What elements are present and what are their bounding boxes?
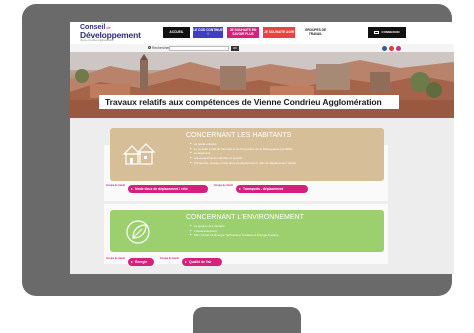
search-ok-button[interactable]: OK [231,45,239,51]
tag-label: Mode doux de déplacement / vélo [135,187,188,191]
monitor-screen: Conseilde Développement Vienne Condrieu … [70,22,454,274]
leaf-icon [126,220,150,244]
youtube-icon[interactable] [389,45,394,51]
nav-groupes-de-travail[interactable]: GROUPES DE TRAVAIL [299,27,332,38]
card-environnement[interactable]: CONCERNANT L'ENVIRONNEMENT La gestion de… [110,210,384,252]
card-environnement-title: CONCERNANT L'ENVIRONNEMENT [186,214,304,221]
connexion-label: CONNEXION [381,29,400,34]
tag-prefix: Groupe de travail [106,258,125,260]
arrow-icon [131,261,133,263]
card-environnement-list: La gestion des déchets L'assainissement … [190,224,279,238]
nav-cod-continue[interactable]: LE COD CONTINUE ! [193,27,223,38]
search-label: Rechercher [152,45,170,50]
list-item[interactable]: Transports, réseau, mode doux de déplace… [190,161,296,166]
tag-mode-doux[interactable]: Mode doux de déplacement / vélo [128,185,208,193]
connexion-button[interactable]: CONNEXION [368,27,406,38]
tag-prefix: Groupe de travail [214,185,233,187]
tag-energie[interactable]: Énergie [128,258,154,266]
site-header: Conseilde Développement Vienne Condrieu … [70,22,454,44]
tag-prefix: Groupe de travail [106,185,125,187]
facebook-icon[interactable] [382,45,387,51]
search-input[interactable] [169,45,229,51]
search-bar: Rechercher OK [70,44,454,52]
instagram-icon[interactable] [396,45,401,51]
nav-accueil[interactable]: ACCUEIL [163,27,190,38]
search-icon [148,46,151,49]
houses-icon [122,143,156,165]
tags-environnement: Groupe de travail Énergie Groupe de trav… [106,258,306,266]
tag-qualite-air[interactable]: Qualité de l'air [182,258,222,266]
arrow-icon [185,261,187,263]
site-logo[interactable]: Conseilde Développement Vienne Condrieu … [80,24,150,44]
tag-transports[interactable]: Transports - déplacement [236,185,308,193]
card-habitants-title: CONCERNANT LES HABITANTS [186,132,292,139]
arrow-icon [131,188,133,190]
card-habitants[interactable]: CONCERNANT LES HABITANTS La petite enfan… [110,128,384,181]
tag-prefix: Groupe de travail [160,258,179,260]
tags-habitants: Groupe de travail Mode doux de déplaceme… [106,185,346,193]
page-title: Travaux relatifs aux compétences de Vien… [105,97,382,107]
logo-subtitle: Vienne Condrieu Agglomération [80,39,114,42]
nav-agir[interactable]: JE SOUHAITE AGIR [263,27,295,38]
monitor-stand [193,307,301,333]
page-title-box: Travaux relatifs aux compétences de Vien… [99,95,399,109]
list-item[interactable]: Plan Climat Air Énergie Territorial et T… [190,233,279,238]
user-icon [374,31,380,34]
arrow-icon [239,188,241,190]
card-habitants-list: La petite enfance Le Conseil Local de Sé… [190,142,296,165]
nav-en-savoir-plus[interactable]: JE SOUHAITE EN SAVOIR PLUS [227,27,259,38]
tag-label: Énergie [135,260,148,264]
tag-label: Transports - déplacement [243,187,284,191]
tag-label: Qualité de l'air [189,260,212,264]
